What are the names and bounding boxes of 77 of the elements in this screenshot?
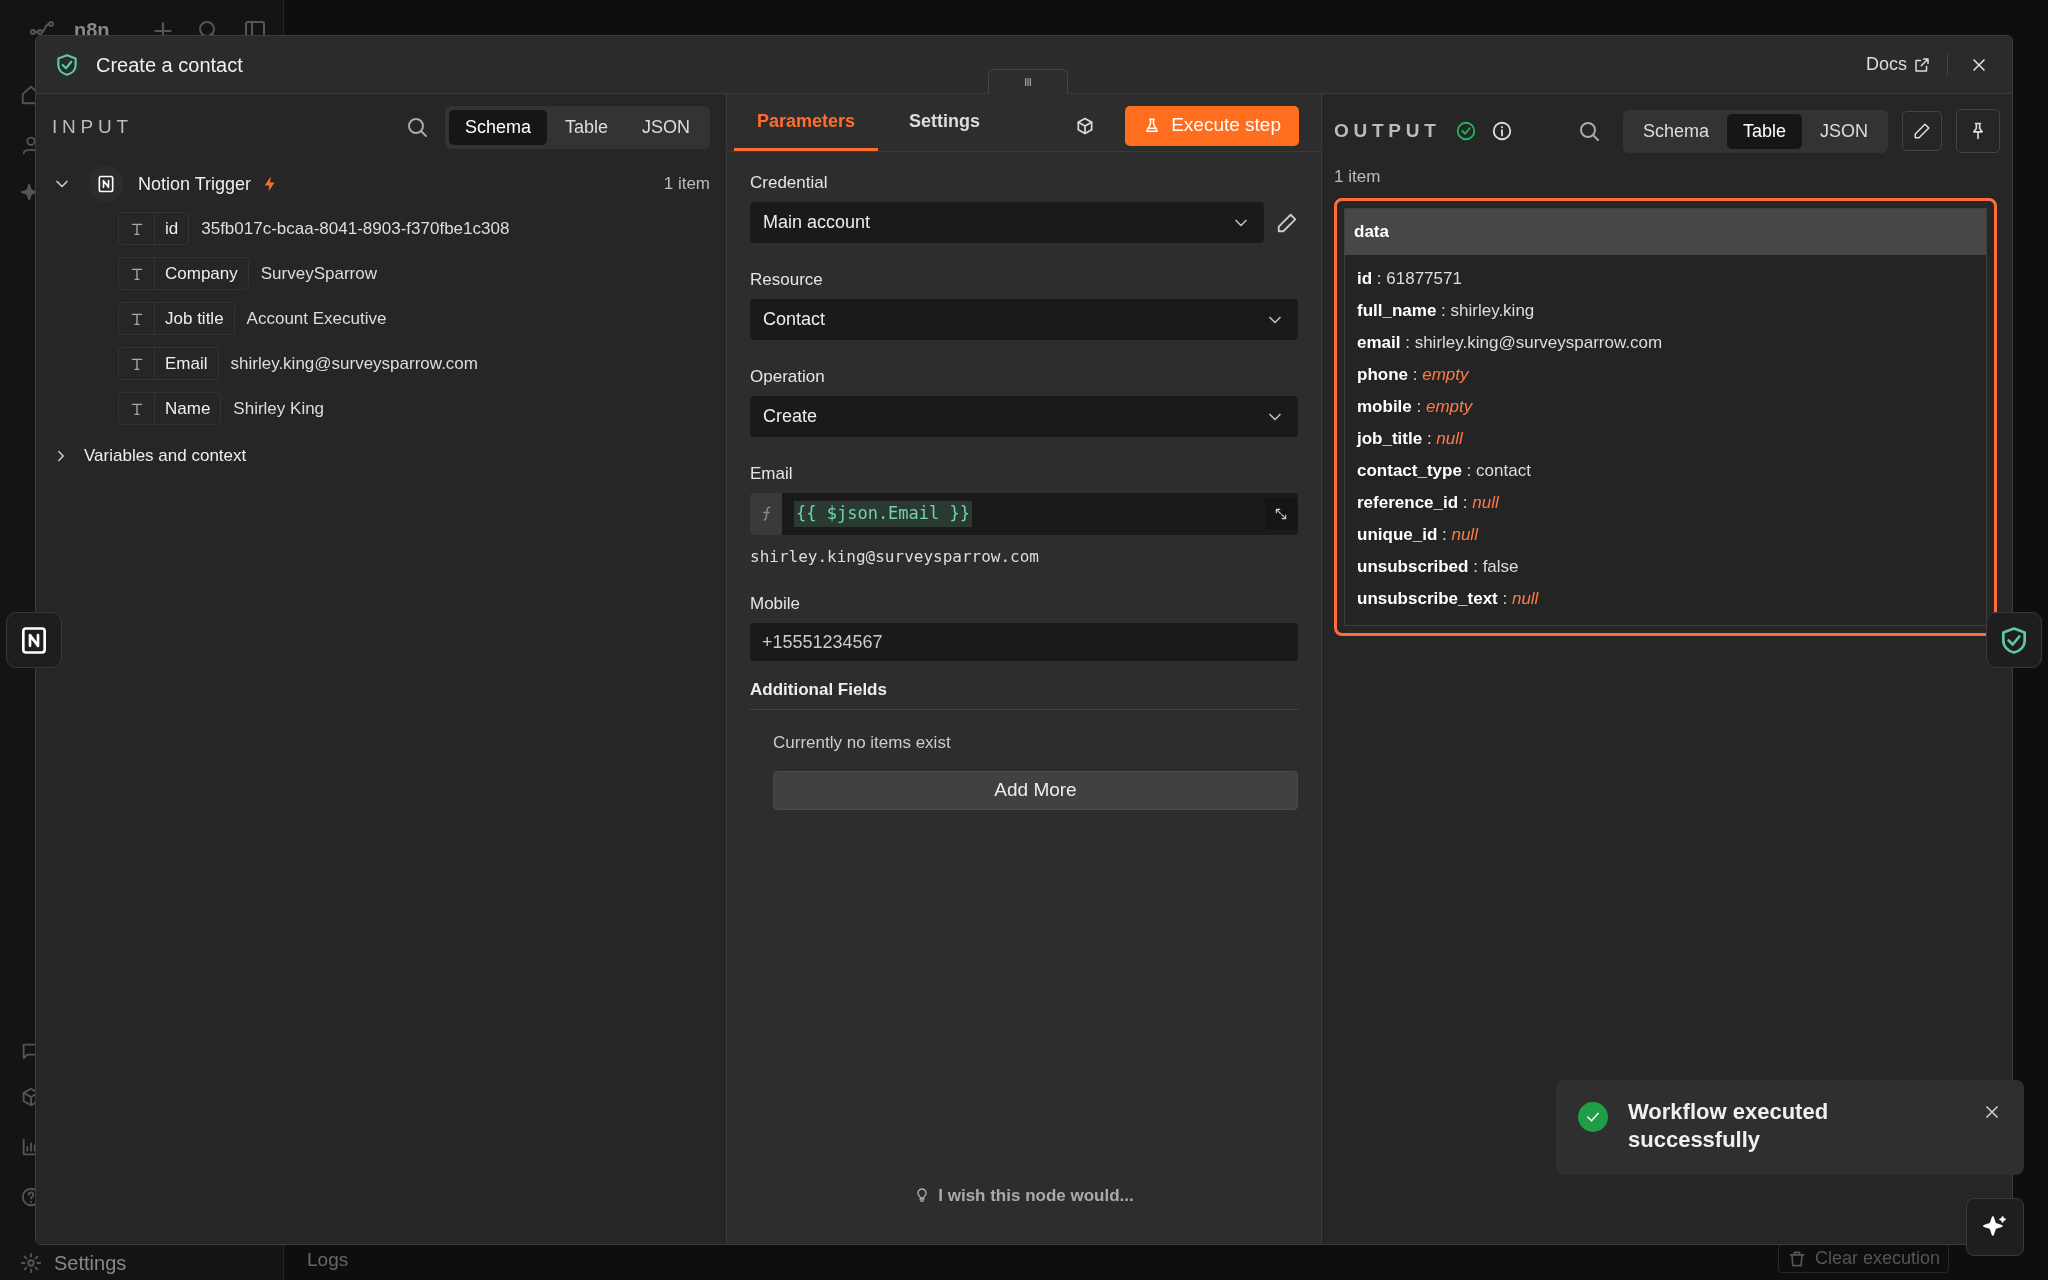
cube-icon[interactable] [1075,115,1096,136]
field-key: Email [118,347,219,380]
table-row-text: id : 61877571 [1357,267,1462,290]
field-label: Email [750,463,794,485]
feedback-link[interactable]: I wish this node would... [914,1182,1134,1208]
table-row-text: phone : empty [1357,363,1469,386]
tab[interactable]: Settings [886,95,1004,151]
view-tab[interactable]: Schema [448,109,547,145]
field-value: Shirley King [233,397,325,420]
success-check-icon [1578,1102,1608,1132]
field-key: Name [118,392,222,425]
node-button[interactable] [6,612,62,668]
field-key: Job title [118,302,235,335]
field-key: Company [118,257,249,290]
external-link-icon [1913,55,1931,74]
toast-message: Workflow executed successfully [1628,1098,1830,1154]
panel-title: OUTPUT [1334,118,1441,143]
section-title: Additional Fields [750,677,1298,710]
settings-link[interactable]: Settings [54,1248,127,1278]
field-label: Credential [750,172,829,194]
view-tab[interactable]: Schema [1626,113,1725,149]
docs-link[interactable]: Docs [1866,51,1931,78]
shield-check-icon [54,51,80,78]
add-more-button[interactable]: Add More [773,771,1298,810]
field-key: id [118,212,190,245]
info-icon[interactable] [1490,120,1513,142]
ai-assistant-button[interactable] [1966,1198,2024,1256]
item-count: 1 item [663,173,710,196]
table-row-text: job_title : null [1357,427,1463,450]
pencil-icon [1913,122,1931,140]
node-name: Notion Trigger [138,172,252,196]
node-button[interactable] [1986,612,2042,668]
gear-icon[interactable] [20,1252,42,1274]
tab[interactable]: Parameters [734,95,879,151]
pin-button[interactable] [1956,109,2000,153]
expression-text: {{ $json.Email }} [794,501,972,527]
field-value: SurveySparrow [260,262,377,285]
notion-logo-icon [96,174,116,194]
view-tab[interactable]: JSON [1804,113,1884,149]
field-label: Operation [750,366,826,388]
table-row-text: unsubscribed : false [1357,555,1519,578]
empty-message: Currently no items exist [773,731,952,754]
select-field[interactable]: Main account [750,202,1264,243]
modal-title: Create a contact [96,52,243,78]
table-row-text: unique_id : null [1357,523,1478,546]
item-count: 1 item [1334,166,1382,188]
panel-title: INPUT [52,114,133,139]
select-field[interactable]: Contact [750,299,1298,340]
success-check-icon [1454,120,1477,142]
view-tab[interactable]: Table [1726,113,1802,149]
table-header: data [1345,208,1986,255]
shield-check-icon [2002,626,2026,654]
field-value: Account Executive [246,307,387,330]
table-row-text: reference_id : null [1357,491,1499,514]
field-label: Resource [750,269,824,291]
text-field[interactable]: +15551234567 [750,623,1298,661]
table-row-text: unsubscribe_text : null [1357,587,1539,610]
field-label: Mobile [750,593,802,615]
table-row-text: mobile : empty [1357,395,1473,418]
field-value: shirley.king@surveysparrow.com [230,352,478,375]
logs-label: Logs [307,1248,349,1272]
section-toggle[interactable]: Variables and context [84,443,247,469]
select-field[interactable]: Create [750,396,1298,437]
expand-icon [1274,507,1288,521]
view-tab[interactable]: JSON [626,109,706,145]
expression-result: shirley.king@surveysparrow.com [750,546,1040,568]
view-tab[interactable]: Table [548,109,624,145]
notion-logo-icon [22,626,46,654]
drag-handle[interactable] [988,69,1068,94]
pencil-icon[interactable] [1276,211,1298,234]
expression-field[interactable]: {{ $json.Email }} [750,493,1298,535]
table-row-text: contact_type : contact [1357,459,1531,482]
table-row-text: email : shirley.king@surveysparrow.com [1357,331,1663,354]
edit-button[interactable] [1902,111,1942,151]
expand-button[interactable] [1265,498,1297,530]
field-value: 35fb017c-bcaa-8041-8903-f370fbe1c308 [201,217,510,240]
table-row-text: full_name : shirley.king [1357,299,1535,322]
